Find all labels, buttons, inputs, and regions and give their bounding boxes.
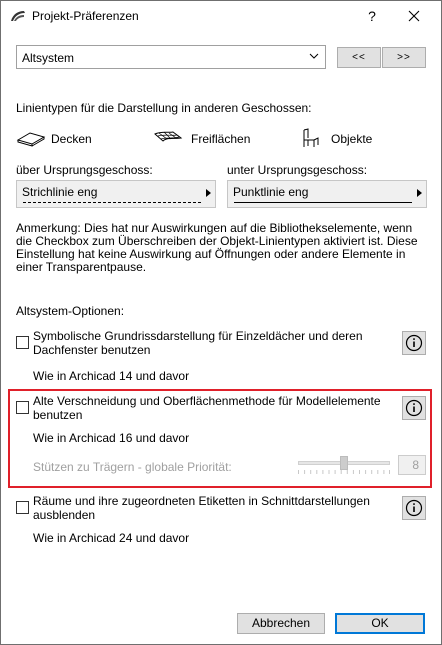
help-button[interactable]: ? <box>362 6 382 26</box>
preset-select[interactable]: Altsystem <box>16 45 326 69</box>
roof-symbolic-note: Wie in Archicad 14 und davor <box>33 369 190 383</box>
info-icon <box>405 334 423 352</box>
solid-line-sample <box>234 202 412 203</box>
previous-preset-button[interactable]: << <box>337 47 381 68</box>
below-floor-linetype-value: Punktlinie eng <box>233 185 309 199</box>
hide-zones-label: Räume und ihre zugeordneten Etiketten in… <box>33 494 370 522</box>
triangle-right-icon <box>417 189 422 197</box>
ok-button[interactable]: OK <box>335 613 425 634</box>
legacy-options-heading: Altsystem-Optionen: <box>16 304 125 318</box>
priority-slider-thumb[interactable] <box>340 456 348 470</box>
linetype-label-objekte: Objekte <box>331 132 373 146</box>
preset-select-value: Altsystem <box>22 51 75 65</box>
archicad-logo-icon <box>11 11 25 21</box>
legacy-intersection-info-button[interactable] <box>402 396 426 420</box>
close-button[interactable] <box>404 6 424 26</box>
window-frame <box>0 0 442 645</box>
roof-symbolic-info-button[interactable] <box>402 331 426 355</box>
close-icon <box>408 10 420 22</box>
slab-icon <box>16 132 46 147</box>
above-floor-linetype-selector[interactable]: Strichlinie eng <box>16 180 216 208</box>
chevron-down-icon <box>309 53 319 59</box>
mesh-icon <box>154 131 183 142</box>
info-icon <box>405 499 423 517</box>
info-icon <box>405 399 423 417</box>
roof-symbolic-label: Symbolische Grundrissdarstellung für Ein… <box>33 329 363 357</box>
priority-value-field[interactable]: 8 <box>398 455 426 475</box>
above-floor-linetype-value: Strichlinie eng <box>22 185 98 199</box>
hide-zones-info-button[interactable] <box>402 496 426 520</box>
hide-zones-note: Wie in Archicad 24 und davor <box>33 531 190 545</box>
priority-slider-ticks <box>298 470 390 474</box>
cancel-button[interactable]: Abbrechen <box>237 613 325 634</box>
triangle-right-icon <box>206 189 211 197</box>
linetypes-heading: Linientypen für die Darstellung in ander… <box>16 101 312 115</box>
priority-label: Stützen zu Trägern - globale Priorität: <box>33 460 232 474</box>
chair-icon <box>303 128 319 147</box>
legacy-intersection-note: Wie in Archicad 16 und davor <box>33 431 190 445</box>
linetype-label-decken: Decken <box>51 132 92 146</box>
below-floor-linetype-selector[interactable]: Punktlinie eng <box>227 180 427 208</box>
note-text: Anmerkung: Dies hat nur Auswirkungen auf… <box>16 221 418 274</box>
below-floor-label: unter Ursprungsgeschoss: <box>227 163 368 177</box>
title-bar: Projekt-Präferenzen ? <box>0 0 442 32</box>
legacy-intersection-label: Alte Verschneidung und Oberflächenmethod… <box>33 394 381 422</box>
window-title: Projekt-Präferenzen <box>32 9 139 23</box>
next-preset-button[interactable]: >> <box>382 47 426 68</box>
hide-zones-checkbox[interactable] <box>16 501 29 514</box>
above-floor-label: über Ursprungsgeschoss: <box>16 163 153 177</box>
legacy-intersection-checkbox[interactable] <box>16 401 29 414</box>
roof-symbolic-checkbox[interactable] <box>16 336 29 349</box>
linetype-label-freiflaechen: Freiflächen <box>191 132 251 146</box>
dashed-line-sample <box>23 202 201 203</box>
